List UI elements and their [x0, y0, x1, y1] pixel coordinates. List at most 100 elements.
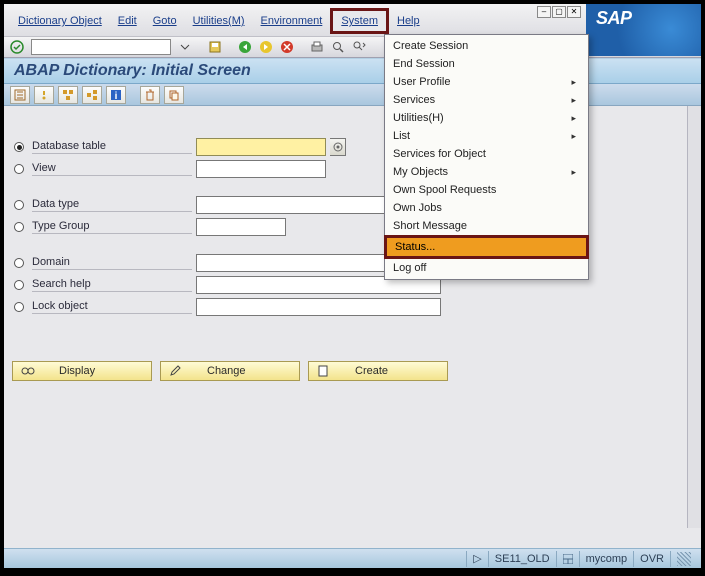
input-type-group[interactable] [196, 218, 286, 236]
option-lock-object: Lock object [14, 296, 691, 318]
submenu-arrow-icon: ▸ [571, 113, 576, 124]
exit-button[interactable] [257, 39, 275, 55]
menubar: Dictionary Object Edit Goto Utilities(M)… [4, 8, 428, 36]
minimize-button[interactable]: ‒ [537, 6, 551, 18]
label-view: View [32, 162, 192, 176]
label-lock-object: Lock object [32, 300, 192, 314]
app-btn-1[interactable] [10, 86, 30, 104]
app-btn-4[interactable] [82, 86, 102, 104]
app-btn-copy[interactable] [164, 86, 184, 104]
radio-data-type[interactable] [14, 200, 24, 210]
vertical-scrollbar[interactable] [687, 106, 701, 528]
radio-domain[interactable] [14, 258, 24, 268]
dd-utilities[interactable]: Utilities(H)▸ [385, 109, 588, 127]
dd-end-session[interactable]: End Session [385, 55, 588, 73]
dd-create-session[interactable]: Create Session [385, 37, 588, 55]
radio-database-table[interactable] [14, 142, 24, 152]
option-group-1: Database table View [14, 136, 691, 180]
input-view[interactable] [196, 160, 326, 178]
app-toolbar: i [4, 84, 701, 106]
page-title: ABAP Dictionary: Initial Screen [4, 58, 701, 84]
find-button[interactable] [329, 39, 347, 55]
menu-dictionary-object[interactable]: Dictionary Object [10, 13, 110, 29]
dd-my-objects[interactable]: My Objects▸ [385, 163, 588, 181]
titlebar: ‒ ▢ ✕ SAP Dictionary Object Edit Goto Ut… [4, 4, 701, 36]
option-data-type: Data type [14, 194, 691, 216]
status-bar: ▷ SE11_OLD mycomp OVR [4, 548, 701, 568]
dd-log-off[interactable]: Log off [385, 259, 588, 277]
dd-own-spool-requests[interactable]: Own Spool Requests [385, 181, 588, 199]
action-bar: Display Change Create [12, 361, 448, 381]
radio-type-group[interactable] [14, 222, 24, 232]
dd-services-for-object[interactable]: Services for Object [385, 145, 588, 163]
menu-help[interactable]: Help [389, 13, 428, 29]
dd-status[interactable]: Status... [387, 238, 586, 256]
option-domain: Domain [14, 252, 691, 274]
option-view: View [14, 158, 691, 180]
input-lock-object[interactable] [196, 298, 441, 316]
label-search-help: Search help [32, 278, 192, 292]
radio-search-help[interactable] [14, 280, 24, 290]
dd-short-message[interactable]: Short Message [385, 217, 588, 235]
app-btn-delete[interactable] [140, 86, 160, 104]
sap-logo: SAP [586, 4, 701, 56]
command-field[interactable] [31, 39, 171, 55]
change-label: Change [207, 365, 246, 377]
option-database-table: Database table [14, 136, 691, 158]
status-system: mycomp [579, 551, 634, 567]
app-btn-info[interactable]: i [106, 86, 126, 104]
cancel-button[interactable] [278, 39, 296, 55]
status-layout-icon[interactable] [556, 551, 579, 567]
sap-logo-text: SAP [596, 8, 632, 29]
maximize-button[interactable]: ▢ [552, 6, 566, 18]
window-buttons: ‒ ▢ ✕ [537, 6, 581, 18]
submenu-arrow-icon: ▸ [571, 167, 576, 178]
f4-database-table[interactable] [330, 138, 346, 156]
create-label: Create [355, 365, 388, 377]
close-button[interactable]: ✕ [567, 6, 581, 18]
back-button[interactable] [236, 39, 254, 55]
svg-text:i: i [115, 91, 118, 101]
print-button[interactable] [308, 39, 326, 55]
status-mode: OVR [633, 551, 670, 567]
menu-environment[interactable]: Environment [253, 13, 331, 29]
dd-services[interactable]: Services▸ [385, 91, 588, 109]
menu-goto[interactable]: Goto [145, 13, 185, 29]
status-grip [670, 551, 697, 567]
menu-system[interactable]: System [330, 8, 389, 34]
command-dropdown-icon[interactable] [176, 39, 194, 55]
pencil-icon [169, 365, 183, 377]
find-next-button[interactable] [350, 39, 368, 55]
dd-list[interactable]: List▸ [385, 127, 588, 145]
app-btn-3[interactable] [58, 86, 78, 104]
status-tcode: SE11_OLD [488, 551, 556, 567]
dd-status-highlight: Status... [384, 235, 589, 259]
menu-edit[interactable]: Edit [110, 13, 145, 29]
save-button[interactable] [206, 39, 224, 55]
submenu-arrow-icon: ▸ [571, 95, 576, 106]
enter-button[interactable] [8, 39, 26, 55]
sap-window: ‒ ▢ ✕ SAP Dictionary Object Edit Goto Ut… [4, 4, 701, 568]
label-data-type: Data type [32, 198, 192, 212]
radio-lock-object[interactable] [14, 302, 24, 312]
input-database-table[interactable] [196, 138, 326, 156]
page-icon [317, 365, 331, 377]
create-button[interactable]: Create [308, 361, 448, 381]
app-btn-2[interactable] [34, 86, 54, 104]
option-type-group: Type Group [14, 216, 691, 238]
change-button[interactable]: Change [160, 361, 300, 381]
display-button[interactable]: Display [12, 361, 152, 381]
label-domain: Domain [32, 256, 192, 270]
option-group-2: Data type Type Group [14, 194, 691, 238]
option-group-3: Domain Search help Lock object [14, 252, 691, 318]
label-database-table: Database table [32, 140, 192, 154]
label-type-group: Type Group [32, 220, 192, 234]
display-label: Display [59, 365, 95, 377]
glasses-icon [21, 366, 35, 376]
dd-own-jobs[interactable]: Own Jobs [385, 199, 588, 217]
menu-utilities[interactable]: Utilities(M) [185, 13, 253, 29]
dd-user-profile[interactable]: User Profile▸ [385, 73, 588, 91]
status-expand-icon[interactable]: ▷ [466, 551, 487, 567]
submenu-arrow-icon: ▸ [571, 77, 576, 88]
radio-view[interactable] [14, 164, 24, 174]
